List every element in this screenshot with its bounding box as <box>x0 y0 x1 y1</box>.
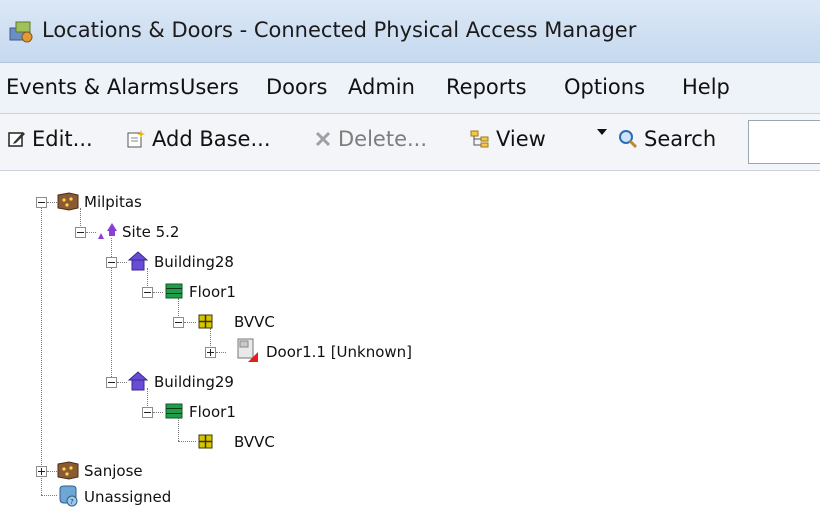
window-title: Locations & Doors - Connected Physical A… <box>42 18 637 42</box>
view-button[interactable]: View <box>470 127 546 151</box>
edit-button[interactable]: Edit... <box>8 127 93 151</box>
add-base-label: Add Base... <box>152 127 271 151</box>
tree-node-sanjose[interactable]: Sanjose <box>84 462 143 480</box>
collapse-site[interactable] <box>75 227 86 238</box>
search-button[interactable]: Search <box>618 127 716 151</box>
view-label: View <box>496 127 546 151</box>
menu-users[interactable]: Users <box>180 75 239 99</box>
tree-connector <box>47 471 57 472</box>
room-icon <box>198 434 213 449</box>
menu-bar: Events & Alarms Users Doors Admin Report… <box>0 63 820 114</box>
tree-connector <box>47 202 57 203</box>
expand-sanjose[interactable] <box>36 466 47 477</box>
edit-icon <box>8 132 25 147</box>
tree-node-building28[interactable]: Building28 <box>154 253 234 271</box>
collapse-floor1-a[interactable] <box>142 287 153 298</box>
collapse-milpitas[interactable] <box>36 197 47 208</box>
delete-button[interactable]: Delete... <box>314 127 427 151</box>
search-input[interactable] <box>748 120 820 164</box>
tree-node-bvvc-a[interactable]: BVVC <box>234 313 275 331</box>
region-icon <box>57 192 79 211</box>
expand-door[interactable] <box>205 347 216 358</box>
svg-text:?: ? <box>70 498 74 506</box>
collapse-floor1-b[interactable] <box>142 407 153 418</box>
collapse-bvvc-a[interactable] <box>173 317 184 328</box>
floor-icon <box>165 403 183 419</box>
menu-options[interactable]: Options <box>564 75 645 99</box>
delete-label: Delete... <box>338 127 428 151</box>
menu-help[interactable]: Help <box>682 75 730 99</box>
view-icon <box>470 130 489 148</box>
door-icon <box>237 338 258 362</box>
edit-label: Edit... <box>32 127 93 151</box>
tree-connector <box>117 262 127 263</box>
building-icon <box>128 251 148 271</box>
tree-node-bvvc-b[interactable]: BVVC <box>234 433 275 451</box>
site-icon <box>98 223 117 239</box>
app-icon <box>9 21 33 43</box>
tree-connector <box>178 441 196 442</box>
tree-guide-floor1a <box>178 298 179 316</box>
menu-events-alarms[interactable]: Events & Alarms <box>6 75 180 99</box>
menu-doors[interactable]: Doors <box>266 75 327 99</box>
tree-connector <box>153 292 163 293</box>
add-base-icon <box>127 130 145 148</box>
building-icon <box>128 371 148 391</box>
collapse-building29[interactable] <box>106 377 117 388</box>
title-bar: Locations & Doors - Connected Physical A… <box>0 0 820 63</box>
tree-node-floor1-b[interactable]: Floor1 <box>189 403 236 421</box>
delete-icon <box>315 131 331 147</box>
room-icon <box>198 314 213 329</box>
add-base-button[interactable]: Add Base... <box>126 127 271 151</box>
tree-guide-floor1b <box>178 418 179 441</box>
view-dropdown-button[interactable] <box>596 127 608 137</box>
tree-node-unassigned[interactable]: Unassigned <box>84 488 171 506</box>
tree-connector <box>184 322 196 323</box>
floor-icon <box>165 283 183 299</box>
location-tree: Milpitas Site 5.2 Building28 Floor1 BVVC… <box>0 171 820 514</box>
toolbar: Edit... Add Base... Delete... View Searc… <box>0 114 820 171</box>
search-icon <box>619 130 638 149</box>
tree-node-door[interactable]: Door1.1 [Unknown] <box>266 343 412 361</box>
menu-admin[interactable]: Admin <box>348 75 415 99</box>
tree-connector <box>41 495 57 496</box>
tree-guide-bvvca <box>210 328 211 346</box>
tree-connector <box>153 412 163 413</box>
tree-node-building29[interactable]: Building29 <box>154 373 234 391</box>
tree-node-milpitas[interactable]: Milpitas <box>84 193 142 211</box>
tree-node-site[interactable]: Site 5.2 <box>122 223 179 241</box>
unassigned-icon: ? <box>59 485 78 507</box>
tree-guide-milpitas <box>80 208 81 226</box>
tree-connector <box>86 232 96 233</box>
search-label: Search <box>644 127 717 151</box>
tree-connector <box>216 352 226 353</box>
menu-reports[interactable]: Reports <box>446 75 527 99</box>
collapse-building28[interactable] <box>106 257 117 268</box>
tree-node-floor1-a[interactable]: Floor1 <box>189 283 236 301</box>
region-icon <box>57 461 79 480</box>
chevron-down-icon <box>597 129 607 135</box>
tree-guide-root <box>41 208 42 495</box>
tree-connector <box>117 382 127 383</box>
